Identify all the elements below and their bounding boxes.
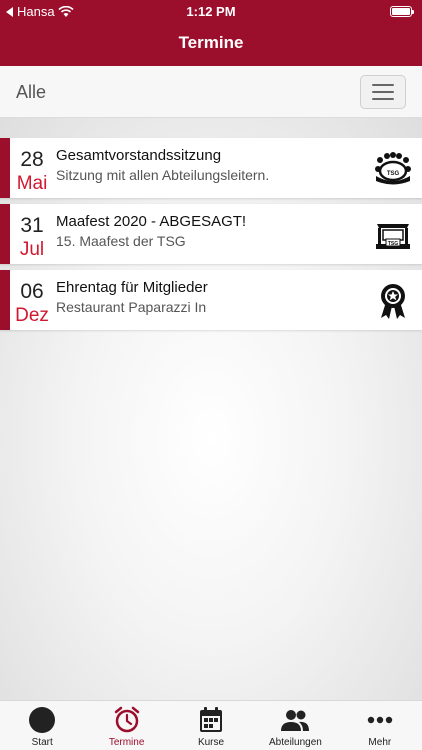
people-icon <box>281 710 310 731</box>
tab-start[interactable]: Start <box>0 701 84 750</box>
event-item[interactable]: 28 Mai Gesamtvorstandssitzung Sitzung mi… <box>0 138 422 198</box>
start-circle-icon <box>29 707 56 733</box>
event-month: Dez <box>15 305 49 326</box>
tab-termine[interactable]: Termine <box>84 701 168 750</box>
event-day: 28 <box>20 148 44 171</box>
event-title: Maafest 2020 - ABGESAGT! <box>56 213 247 230</box>
svg-text:TSG: TSG <box>388 241 398 247</box>
status-bar: Hansa 1:12 PM <box>0 0 422 22</box>
event-item[interactable]: 06 Dez Ehrentag für Mitglieder Restauran… <box>0 270 422 330</box>
tab-label: Abteilungen <box>269 737 322 748</box>
event-month: Jul <box>19 239 45 260</box>
hamburger-line <box>372 98 394 100</box>
meeting-tsg-icon: TSG <box>375 152 411 185</box>
tab-label: Termine <box>108 737 145 748</box>
stage-tsg-icon: TSG <box>376 224 410 249</box>
svg-text:TSG: TSG <box>387 171 400 177</box>
event-subtitle: Sitzung mit allen Abteilungsleitern. <box>56 167 270 183</box>
event-subtitle: 15. Maafest der TSG <box>56 233 186 249</box>
tab-label: Mehr <box>368 737 392 748</box>
content-area: 28 Mai Gesamtvorstandssitzung Sitzung mi… <box>0 118 422 700</box>
event-list: 28 Mai Gesamtvorstandssitzung Sitzung mi… <box>0 138 422 336</box>
alarm-clock-icon <box>114 706 139 733</box>
tab-abteilungen[interactable]: Abteilungen <box>253 701 337 750</box>
calendar-icon <box>200 707 223 732</box>
tab-label: Start <box>31 737 53 748</box>
filter-menu-button[interactable] <box>360 75 406 109</box>
award-rosette-icon <box>381 284 405 319</box>
event-month: Mai <box>16 173 48 194</box>
event-day: 31 <box>20 214 44 237</box>
filter-bar: Alle <box>0 66 422 118</box>
more-dots-icon <box>367 716 393 724</box>
tab-label: Kurse <box>197 737 225 748</box>
battery-icon <box>390 6 414 17</box>
tab-mehr[interactable]: Mehr <box>338 701 422 750</box>
event-subtitle: Restaurant Paparazzi In <box>56 299 207 315</box>
event-title: Ehrentag für Mitglieder <box>56 279 208 296</box>
hamburger-line <box>372 91 394 93</box>
page-title: Termine <box>178 33 244 52</box>
event-title: Gesamtvorstandssitzung <box>56 147 222 164</box>
event-day: 06 <box>20 280 44 303</box>
filter-label: Alle <box>16 82 47 102</box>
tab-kurse[interactable]: Kurse <box>169 701 253 750</box>
app-header: Hansa 1:12 PM Termine <box>0 0 422 66</box>
status-time: 1:12 PM <box>186 4 236 19</box>
hamburger-line <box>372 84 394 86</box>
tab-bar: Start Termine Kurse Abteilungen Mehr <box>0 700 422 750</box>
event-item[interactable]: 31 Jul Maafest 2020 - ABGESAGT! 15. Maaf… <box>0 204 422 264</box>
